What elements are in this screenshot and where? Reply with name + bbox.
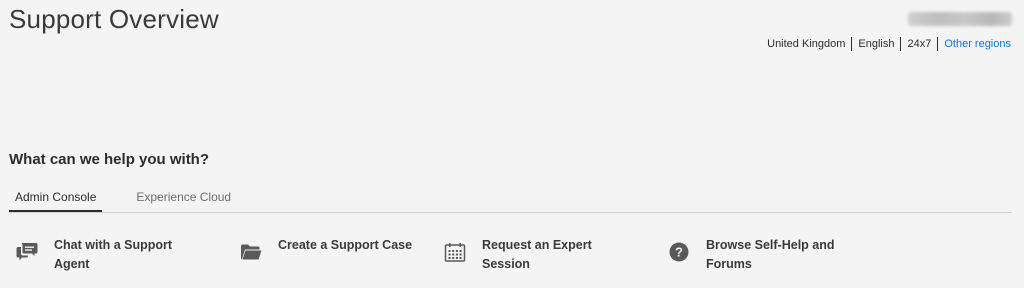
chat-with-agent-button[interactable]: Chat with a Support Agent xyxy=(16,236,194,274)
region-language: English xyxy=(851,37,900,51)
product-tabs: Admin Console Experience Cloud xyxy=(9,187,1012,213)
region-hours: 24x7 xyxy=(900,37,937,51)
tab-admin-console[interactable]: Admin Console xyxy=(9,187,103,212)
folder-icon xyxy=(240,241,262,263)
question-circle-icon: ? xyxy=(668,241,690,263)
tab-experience-cloud[interactable]: Experience Cloud xyxy=(130,187,237,208)
user-name-redacted xyxy=(908,12,1012,26)
calendar-icon xyxy=(444,241,466,263)
request-expert-session-label: Request an Expert Session xyxy=(482,238,592,271)
region-bar: United Kingdom English 24x7 Other region… xyxy=(767,37,1011,51)
create-support-case-label: Create a Support Case xyxy=(278,238,413,252)
browse-self-help-label: Browse Self-Help and Forums xyxy=(706,238,835,271)
help-heading: What can we help you with? xyxy=(9,151,210,168)
support-overview-page: Support Overview United Kingdom English … xyxy=(0,0,1024,288)
request-expert-session-button[interactable]: Request an Expert Session xyxy=(444,236,622,274)
other-regions-link[interactable]: Other regions xyxy=(937,37,1011,51)
browse-self-help-button[interactable]: ? Browse Self-Help and Forums xyxy=(668,236,846,274)
chat-bubbles-icon xyxy=(16,241,38,263)
svg-text:?: ? xyxy=(675,245,683,260)
chat-with-agent-label: Chat with a Support Agent xyxy=(54,238,173,271)
create-support-case-button[interactable]: Create a Support Case xyxy=(240,236,418,263)
support-actions: Chat with a Support Agent Create a Suppo… xyxy=(0,236,1024,284)
region-country: United Kingdom xyxy=(767,38,846,50)
page-title: Support Overview xyxy=(9,4,219,34)
